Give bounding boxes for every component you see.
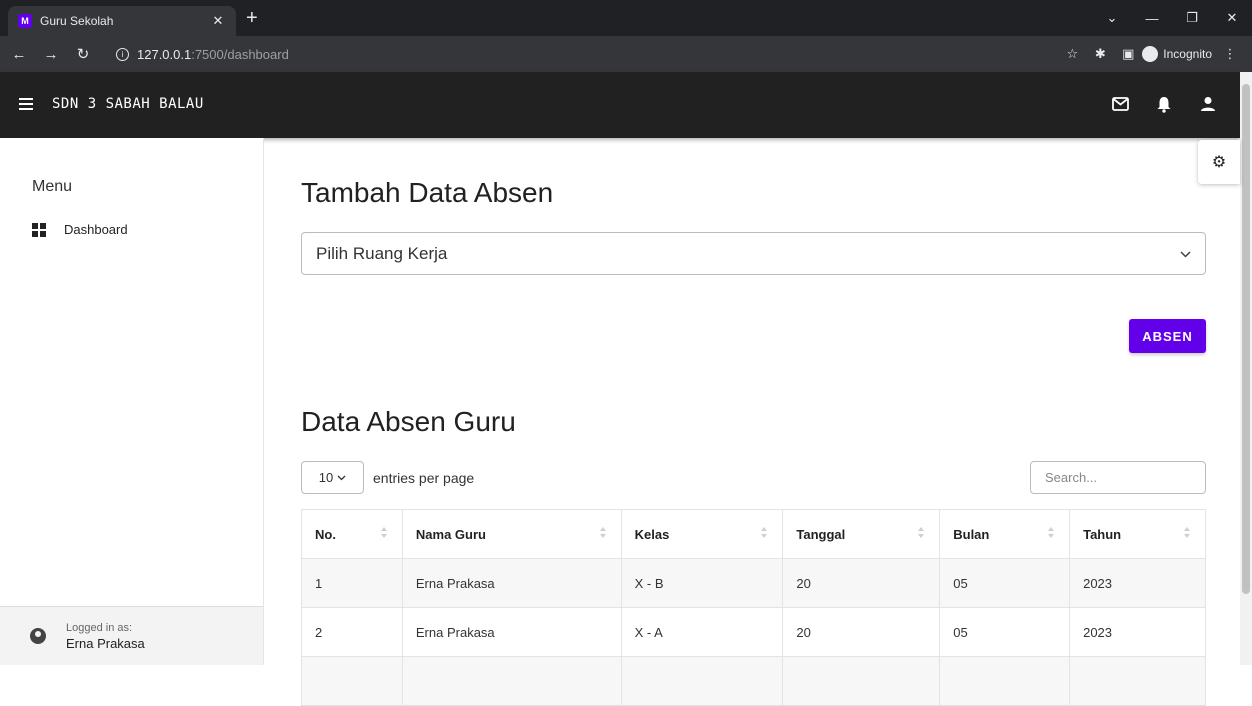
window-controls: ⌄ — ❐ ✕: [1092, 0, 1252, 36]
cell-nama-guru: [401, 656, 622, 706]
cell-nama-guru: Erna Prakasa: [401, 607, 622, 657]
sort-icon: [1047, 527, 1055, 541]
site-info-icon[interactable]: i: [116, 47, 129, 61]
cell-no: 2: [301, 607, 403, 657]
browser-tab[interactable]: M Guru Sekolah ✕: [8, 6, 236, 36]
incognito-indicator[interactable]: Incognito: [1142, 46, 1212, 62]
chevron-down-icon: [337, 475, 346, 480]
sort-icon: [1183, 527, 1191, 541]
app-header: SDN 3 SABAH BALAU: [0, 72, 1240, 138]
sort-icon: [760, 527, 768, 541]
sort-icon: [599, 527, 607, 541]
table-row: 1 Erna Prakasa X - B 20 05 2023: [301, 558, 1206, 608]
reload-icon[interactable]: ↻: [70, 45, 96, 63]
url-host: 127.0.0.1: [137, 46, 192, 62]
sort-icon: [917, 527, 925, 541]
side-panel-icon[interactable]: ▣: [1114, 46, 1142, 62]
menu-heading: Menu: [32, 178, 73, 195]
sidebar: Menu Dashboard Logged in as: Erna Prakas…: [0, 138, 264, 665]
app-favicon-icon: M: [18, 14, 32, 28]
address-bar[interactable]: i 127.0.0.1 :7500/dashboard: [108, 41, 1068, 67]
table-title: Data Absen Guru: [301, 406, 516, 437]
url-path: :7500/dashboard: [191, 46, 289, 62]
cell-no: 1: [301, 558, 403, 608]
logged-in-footer: Logged in as: Erna Prakasa: [0, 606, 263, 665]
page-scrollbar[interactable]: [1240, 72, 1252, 665]
tab-title: Guru Sekolah: [40, 14, 114, 28]
incognito-label: Incognito: [1163, 47, 1212, 61]
column-header-kelas[interactable]: Kelas: [620, 509, 784, 559]
table-row: [301, 656, 1206, 706]
user-circle-icon: [30, 628, 46, 644]
cell-no: [301, 656, 403, 706]
minimize-icon[interactable]: —: [1132, 0, 1172, 36]
ruang-kerja-select[interactable]: Pilih Ruang Kerja: [301, 232, 1206, 275]
cell-bulan: [939, 656, 1071, 706]
entries-per-page: 10 entries per page: [301, 461, 474, 494]
back-icon[interactable]: ←: [6, 46, 32, 63]
cell-nama-guru: Erna Prakasa: [401, 558, 622, 608]
table-row: 2 Erna Prakasa X - A 20 05 2023: [301, 607, 1206, 657]
restore-icon[interactable]: ❐: [1172, 0, 1212, 36]
cell-tanggal: [782, 656, 941, 706]
chevron-down-icon: [1180, 247, 1191, 261]
page-title: Tambah Data Absen: [301, 177, 554, 208]
cell-tahun: [1069, 656, 1206, 706]
table-header-row: No. Nama Guru Kelas Tanggal Bulan Tahun: [301, 509, 1206, 559]
menu-toggle-icon[interactable]: [19, 98, 33, 110]
cell-tahun: 2023: [1069, 558, 1206, 608]
browser-tabstrip: M Guru Sekolah ✕ + ⌄ — ❐ ✕: [0, 0, 1252, 36]
per-page-value: 10: [318, 470, 334, 485]
notification-bell-icon[interactable]: [1152, 92, 1176, 116]
per-page-label: entries per page: [373, 469, 475, 486]
browser-menu-icon[interactable]: ⋮: [1216, 46, 1244, 62]
app-brand: SDN 3 SABAH BALAU: [52, 96, 204, 112]
new-tab-icon[interactable]: +: [246, 8, 258, 28]
tab-search-icon[interactable]: ⌄: [1092, 0, 1132, 36]
cell-bulan: 05: [939, 558, 1071, 608]
settings-gear-icon[interactable]: ⚙: [1198, 140, 1240, 184]
mail-icon[interactable]: [1108, 92, 1132, 116]
logged-in-user-name: Erna Prakasa: [66, 635, 145, 651]
cell-kelas: X - B: [620, 558, 784, 608]
user-account-icon[interactable]: [1196, 92, 1220, 116]
cell-tanggal: 20: [782, 607, 941, 657]
absen-button[interactable]: ABSEN: [1129, 319, 1206, 353]
extensions-icon[interactable]: ✱: [1086, 46, 1114, 62]
column-header-tanggal[interactable]: Tanggal: [782, 509, 941, 559]
cell-kelas: X - A: [620, 607, 784, 657]
sidebar-item-label: Dashboard: [64, 222, 128, 237]
sidebar-item-dashboard[interactable]: Dashboard: [32, 222, 128, 237]
search-input[interactable]: [1030, 461, 1206, 494]
browser-toolbar: ← → ↻ i 127.0.0.1 :7500/dashboard ☆ ✱ ▣ …: [0, 36, 1252, 72]
cell-kelas: [620, 656, 784, 706]
sort-icon: [380, 527, 388, 541]
column-header-bulan[interactable]: Bulan: [939, 509, 1071, 559]
dashboard-grid-icon: [32, 222, 46, 237]
absen-table: No. Nama Guru Kelas Tanggal Bulan Tahun …: [301, 509, 1206, 706]
per-page-select[interactable]: 10: [301, 461, 364, 494]
column-header-nama-guru[interactable]: Nama Guru: [401, 509, 622, 559]
header-actions: [1108, 92, 1220, 116]
logged-in-label: Logged in as:: [66, 621, 133, 634]
close-tab-icon[interactable]: ✕: [210, 13, 226, 29]
column-header-tahun[interactable]: Tahun: [1069, 509, 1206, 559]
incognito-icon: [1142, 46, 1159, 62]
forward-icon[interactable]: →: [38, 46, 64, 63]
scrollbar-thumb[interactable]: [1242, 84, 1250, 594]
close-window-icon[interactable]: ✕: [1212, 0, 1252, 36]
cell-tanggal: 20: [782, 558, 941, 608]
bookmark-star-icon[interactable]: ☆: [1058, 46, 1086, 62]
select-value: Pilih Ruang Kerja: [316, 243, 448, 263]
toolbar-actions: ☆ ✱ ▣ Incognito ⋮: [1058, 36, 1244, 72]
column-header-no[interactable]: No.: [301, 509, 403, 559]
cell-tahun: 2023: [1069, 607, 1206, 657]
cell-bulan: 05: [939, 607, 1071, 657]
